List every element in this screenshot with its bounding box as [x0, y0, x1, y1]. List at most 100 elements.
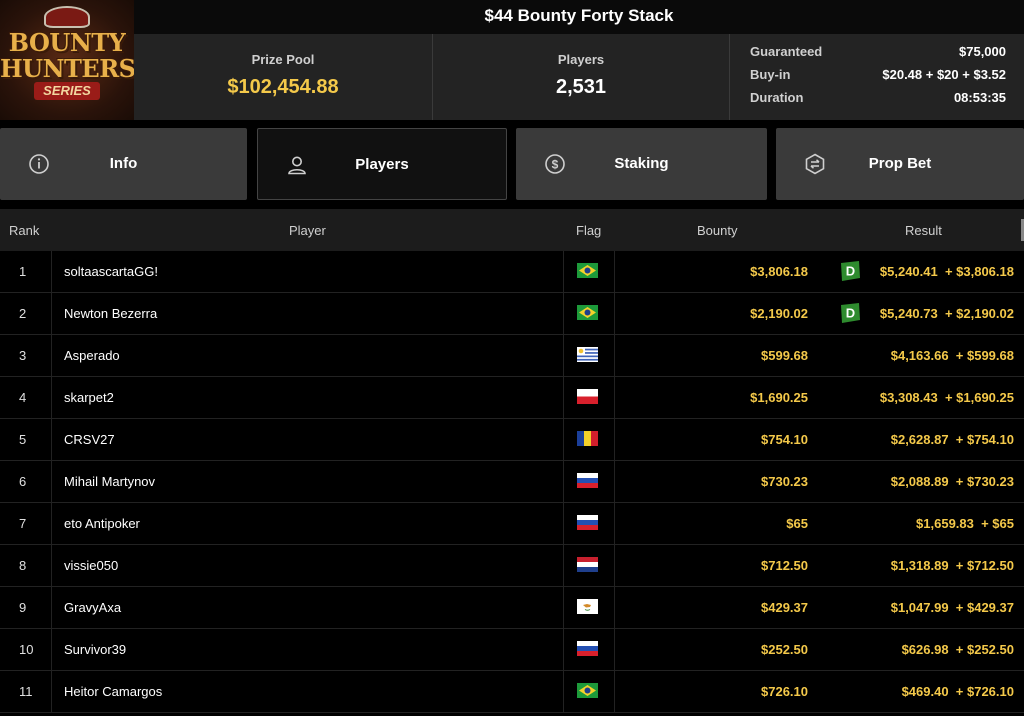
column-divider — [614, 545, 615, 587]
tournament-title: $44 Bounty Forty Stack — [134, 0, 1024, 34]
buyin-value: $20.48 + $20 + $3.52 — [882, 67, 1006, 82]
column-divider — [614, 461, 615, 503]
row-result: $2,628.87 + $754.10 — [890, 432, 1014, 447]
row-rank: 10 — [19, 642, 34, 657]
row-bounty: $3,806.18 — [750, 264, 808, 279]
duration-value: 08:53:35 — [953, 90, 1006, 105]
row-bounty: $2,190.02 — [750, 306, 808, 321]
row-player-name[interactable]: Heitor Camargos — [64, 684, 162, 699]
column-divider — [563, 671, 564, 713]
row-rank: 9 — [19, 600, 27, 615]
row-player-name[interactable]: GravyAxa — [64, 600, 121, 615]
row-player-name[interactable]: skarpet2 — [64, 390, 114, 405]
column-divider — [51, 461, 52, 503]
table-row[interactable]: 6 Mihail Martynov $730.23 $2,088.89 + $730.… — [0, 461, 1024, 503]
row-player-name[interactable]: Mihail Martynov — [64, 474, 155, 489]
table-row[interactable]: 2 Newton Bezerra $2,190.02 D $5,240.73 + $2,… — [0, 293, 1024, 335]
duration-row: Duration 08:53:35 — [750, 90, 1006, 108]
table-row[interactable]: 10 Survivor39 $252.50 $626.98 + $252.50 — [0, 629, 1024, 671]
svg-text:D: D — [846, 264, 855, 279]
column-divider — [614, 671, 615, 713]
row-player-name[interactable]: Newton Bezerra — [64, 306, 157, 321]
table-row[interactable]: 7 eto Antipoker $65 $1,659.83 + $65 — [0, 503, 1024, 545]
header-player[interactable]: Player — [289, 223, 326, 238]
row-rank: 11 — [19, 684, 33, 699]
column-divider — [563, 461, 564, 503]
row-player-name[interactable]: Asperado — [64, 348, 120, 363]
row-player-name[interactable]: vissie050 — [64, 558, 118, 573]
tab-staking-label: Staking — [614, 155, 669, 172]
table-row[interactable]: 9 GravyAxa $429.37 $1,047.99 + $429.37 — [0, 587, 1024, 629]
column-divider — [614, 629, 615, 671]
column-divider — [51, 587, 52, 629]
row-rank: 3 — [19, 348, 27, 363]
flag-cyprus-icon — [577, 599, 598, 614]
column-divider — [614, 251, 615, 293]
tab-info-label: Info — [109, 155, 138, 172]
buyin-row: Buy-in $20.48 + $20 + $3.52 — [750, 67, 1006, 85]
row-bounty: $712.50 — [761, 558, 808, 573]
row-result: $1,047.99 + $429.37 — [890, 600, 1014, 615]
logo-line-1: BOUNTY — [8, 28, 126, 57]
row-bounty: $599.68 — [761, 348, 808, 363]
column-divider — [563, 377, 564, 419]
table-row[interactable]: 1 soltaascartaGG! $3,806.18 D $5,240.41 + $3… — [0, 251, 1024, 293]
players-value: 2,531 — [555, 76, 607, 98]
guaranteed-label: Guaranteed — [750, 44, 823, 59]
flag-brazil-icon — [577, 683, 598, 698]
d-badge-icon: D — [838, 260, 862, 282]
header-bounty[interactable]: Bounty — [697, 223, 737, 238]
prize-pool-value: $102,454.88 — [227, 76, 339, 98]
table-row[interactable]: 4 skarpet2 $1,690.25 $3,308.43 + $1,690.25 — [0, 377, 1024, 419]
row-bounty: $726.10 — [761, 684, 808, 699]
row-result: $4,163.66 + $599.68 — [890, 348, 1014, 363]
column-divider — [563, 293, 564, 335]
row-player-name[interactable]: CRSV27 — [64, 432, 115, 447]
flag-brazil-icon — [577, 305, 598, 320]
players-stat: Players 2,531 — [432, 34, 730, 120]
row-rank: 2 — [19, 306, 27, 321]
column-divider — [51, 335, 52, 377]
column-divider — [51, 377, 52, 419]
row-player-name[interactable]: soltaascartaGG! — [64, 264, 158, 279]
row-player-name[interactable]: Survivor39 — [64, 642, 126, 657]
flag-russia-icon — [577, 515, 598, 530]
flag-netherlands-icon — [577, 557, 598, 572]
table-row[interactable]: 8 vissie050 $712.50 $1,318.89 + $712.50 — [0, 545, 1024, 587]
flag-romania-icon — [577, 431, 598, 446]
flag-uruguay-icon — [577, 347, 598, 362]
column-divider — [51, 251, 52, 293]
tab-info[interactable]: Info — [0, 128, 247, 200]
svg-text:D: D — [846, 306, 855, 321]
column-divider — [563, 587, 564, 629]
row-result: $3,308.43 + $1,690.25 — [879, 390, 1014, 405]
tab-players[interactable]: Players — [257, 128, 507, 200]
header-result[interactable]: Result — [905, 223, 942, 238]
row-result: $1,659.83 + $65 — [916, 516, 1014, 531]
table-header: Rank Player Flag Bounty Result — [0, 209, 1024, 251]
table-row[interactable]: 3 Asperado $599.68 $4,163.66 + $599.68 — [0, 335, 1024, 377]
column-divider — [51, 629, 52, 671]
row-bounty: $429.37 — [761, 600, 808, 615]
tab-staking[interactable]: $ Staking — [516, 128, 767, 200]
row-rank: 1 — [19, 264, 27, 279]
tab-prop-bet[interactable]: Prop Bet — [776, 128, 1024, 200]
header-rank[interactable]: Rank — [9, 223, 39, 238]
flag-russia-icon — [577, 641, 598, 656]
column-divider — [563, 251, 564, 293]
column-divider — [51, 671, 52, 713]
header-flag[interactable]: Flag — [576, 223, 601, 238]
row-result: $2,088.89 + $730.23 — [890, 474, 1014, 489]
row-rank: 7 — [19, 516, 27, 531]
row-result: $5,240.73 + $2,190.02 — [879, 306, 1014, 321]
column-divider — [563, 419, 564, 461]
column-divider — [51, 293, 52, 335]
stats-bar: Prize Pool $102,454.88 Players 2,531 Gua… — [134, 34, 1024, 120]
flag-russia-icon — [577, 473, 598, 488]
table-row[interactable]: 11 Heitor Camargos $726.10 $469.40 + $726.1… — [0, 671, 1024, 713]
tab-players-label: Players — [355, 156, 409, 173]
table-row[interactable]: 5 CRSV27 $754.10 $2,628.87 + $754.10 — [0, 419, 1024, 461]
row-player-name[interactable]: eto Antipoker — [64, 516, 140, 531]
column-divider — [614, 335, 615, 377]
row-result: $626.98 + $252.50 — [901, 642, 1014, 657]
